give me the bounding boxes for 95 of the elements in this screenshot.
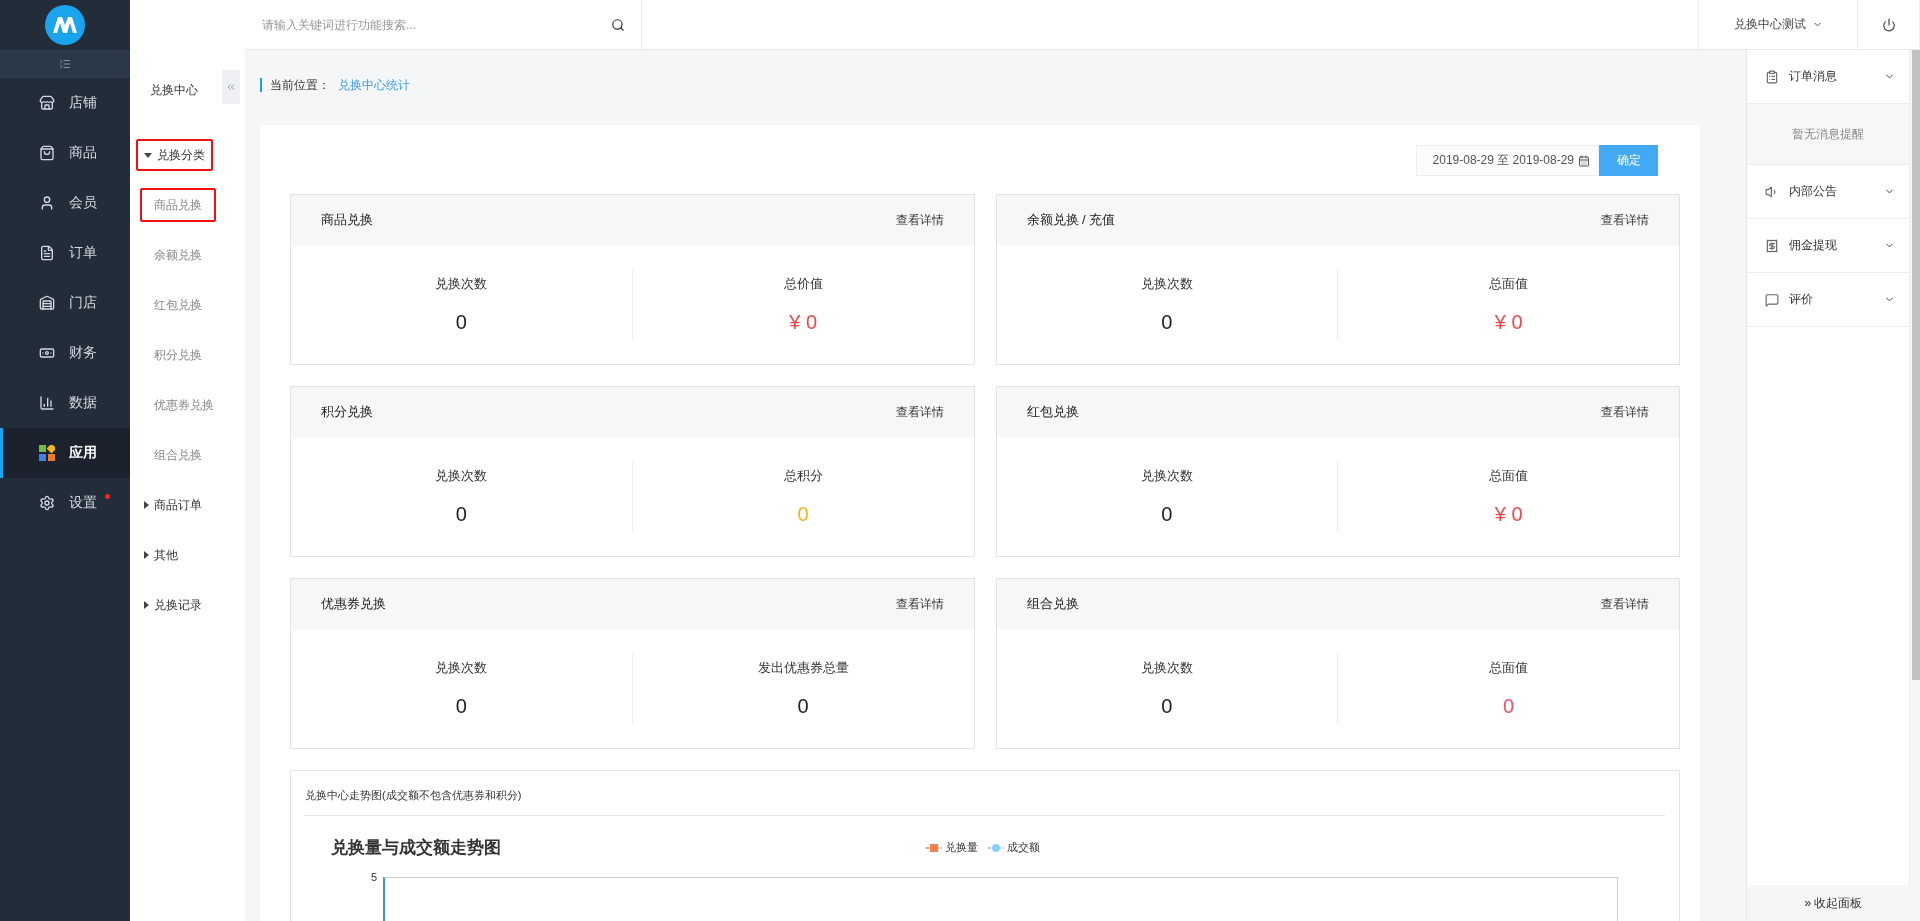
submenu-item[interactable]: 商品兑换 bbox=[140, 188, 216, 222]
chart-title: 兑换量与成交额走势图 bbox=[331, 837, 502, 859]
comment-icon bbox=[1765, 292, 1779, 307]
trend-heading: 兑换中心走势图(成交额不包含优惠券和积分) bbox=[305, 771, 1665, 816]
empty-message: 暂无消息提醒 bbox=[1747, 104, 1909, 165]
nav-label: 财务 bbox=[69, 344, 97, 362]
stat-value: 0 bbox=[1161, 695, 1173, 718]
stat-value: 0 bbox=[455, 503, 467, 526]
card-title: 积分兑换 bbox=[321, 403, 373, 421]
stat-value: ¥ 0 bbox=[789, 311, 818, 334]
stat-label: 总面值 bbox=[1489, 659, 1529, 677]
stat-value: 0 bbox=[455, 695, 467, 718]
card-title: 商品兑换 bbox=[321, 211, 373, 229]
stat-label: 总面值 bbox=[1489, 275, 1529, 293]
submenu-group[interactable]: 商品订单 bbox=[136, 489, 210, 521]
calendar-icon bbox=[1578, 154, 1590, 167]
nav-label: 订单 bbox=[69, 244, 97, 262]
nav-label: 应用 bbox=[69, 444, 97, 462]
nav-item[interactable]: 设置 bbox=[0, 478, 130, 528]
submenu-item[interactable]: 优惠券兑换 bbox=[140, 388, 228, 422]
nav-label: 商品 bbox=[69, 144, 97, 162]
submenu-group[interactable]: 其他 bbox=[136, 539, 186, 571]
stat-label: 兑换次数 bbox=[1140, 467, 1193, 485]
stat-value: 0 bbox=[455, 311, 467, 334]
nav-item[interactable]: 商品 bbox=[0, 128, 130, 178]
stat-label: 兑换次数 bbox=[435, 659, 488, 677]
stat-label: 兑换次数 bbox=[435, 467, 488, 485]
card-title: 优惠券兑换 bbox=[321, 595, 386, 613]
collapse-panel-button[interactable]: » 收起面板 bbox=[1747, 885, 1920, 921]
stat-value: ¥ 0 bbox=[1494, 311, 1523, 334]
card-title: 组合兑换 bbox=[1026, 595, 1079, 613]
document-icon bbox=[39, 245, 55, 261]
bag-icon bbox=[39, 145, 55, 161]
details-link[interactable]: 查看详情 bbox=[1601, 211, 1649, 229]
details-link[interactable]: 查看详情 bbox=[1601, 595, 1649, 613]
submenu-title: 兑换中心 bbox=[150, 81, 198, 99]
card-title: 红包兑换 bbox=[1026, 403, 1079, 421]
breadcrumb-label: 当前位置： bbox=[270, 76, 330, 94]
legend-item[interactable]: 兑换量 bbox=[926, 840, 978, 855]
collapse-icon[interactable] bbox=[59, 58, 71, 70]
stat-value: 0 bbox=[1161, 503, 1173, 526]
nav-item[interactable]: 订单 bbox=[0, 228, 130, 278]
submenu-group[interactable]: 兑换分类 bbox=[136, 139, 213, 171]
stat-value: 0 bbox=[797, 503, 809, 526]
panel-section-header[interactable]: 内部公告 bbox=[1747, 165, 1909, 219]
card-title: 余额兑换 / 充值 bbox=[1026, 211, 1116, 229]
nav-label: 店铺 bbox=[69, 94, 97, 112]
nav-item[interactable]: 门店 bbox=[0, 278, 130, 328]
details-link[interactable]: 查看详情 bbox=[895, 403, 944, 421]
legend-item[interactable]: 成交额 bbox=[988, 840, 1040, 855]
nav-item[interactable]: 店铺 bbox=[0, 78, 130, 128]
submenu-group[interactable]: 兑换记录 bbox=[136, 589, 210, 621]
nav-item[interactable]: 财务 bbox=[0, 328, 130, 378]
nav-label: 会员 bbox=[69, 194, 97, 212]
nav-label: 数据 bbox=[69, 394, 97, 412]
clipboard-icon bbox=[1765, 69, 1779, 84]
settings-icon bbox=[39, 495, 55, 511]
store-icon bbox=[39, 95, 55, 111]
double-chevron-left-icon bbox=[225, 81, 237, 93]
stat-label: 总积分 bbox=[783, 467, 823, 485]
nav-label: 设置 bbox=[69, 494, 97, 512]
stat-label: 发出优惠券总量 bbox=[757, 659, 849, 677]
stat-value: 0 bbox=[1161, 311, 1173, 334]
stat-label: 兑换次数 bbox=[1140, 275, 1193, 293]
stat-value: 0 bbox=[1503, 695, 1515, 718]
power-icon bbox=[1881, 17, 1896, 32]
details-link[interactable]: 查看详情 bbox=[895, 211, 944, 229]
submenu-item[interactable]: 余额兑换 bbox=[140, 238, 216, 272]
stat-value: ¥ 0 bbox=[1494, 503, 1523, 526]
logo bbox=[45, 5, 85, 45]
submenu-item[interactable]: 红包兑换 bbox=[140, 288, 216, 322]
details-link[interactable]: 查看详情 bbox=[1601, 403, 1649, 421]
nav-item[interactable]: 数据 bbox=[0, 378, 130, 428]
stat-value: 0 bbox=[797, 695, 809, 718]
panel-section-header[interactable]: 佣金提现 bbox=[1747, 219, 1909, 273]
stat-label: 兑换次数 bbox=[1140, 659, 1193, 677]
stat-label: 总价值 bbox=[783, 275, 823, 293]
stat-label: 总面值 bbox=[1489, 467, 1529, 485]
bar-chart-icon bbox=[39, 395, 55, 411]
money-icon bbox=[39, 345, 55, 361]
user-menu[interactable]: 兑换中心测试 bbox=[1698, 0, 1858, 49]
nav-label: 门店 bbox=[69, 294, 97, 312]
details-link[interactable]: 查看详情 bbox=[895, 595, 944, 613]
search-icon[interactable] bbox=[611, 17, 625, 32]
apps-icon bbox=[39, 445, 55, 461]
axis-tick-label: 5 bbox=[371, 871, 378, 885]
nav-item[interactable]: 应用 bbox=[0, 428, 130, 478]
receipt-icon bbox=[1765, 238, 1779, 253]
user-icon bbox=[39, 195, 55, 211]
date-range-field[interactable]: 2019-08-29 至 2019-08-29 bbox=[1415, 145, 1599, 176]
nav-item[interactable]: 会员 bbox=[0, 178, 130, 228]
stat-label: 兑换次数 bbox=[435, 275, 488, 293]
panel-section-header[interactable]: 评价 bbox=[1747, 273, 1909, 327]
submenu-item[interactable]: 组合兑换 bbox=[140, 438, 216, 472]
submenu-item[interactable]: 积分兑换 bbox=[140, 338, 216, 372]
